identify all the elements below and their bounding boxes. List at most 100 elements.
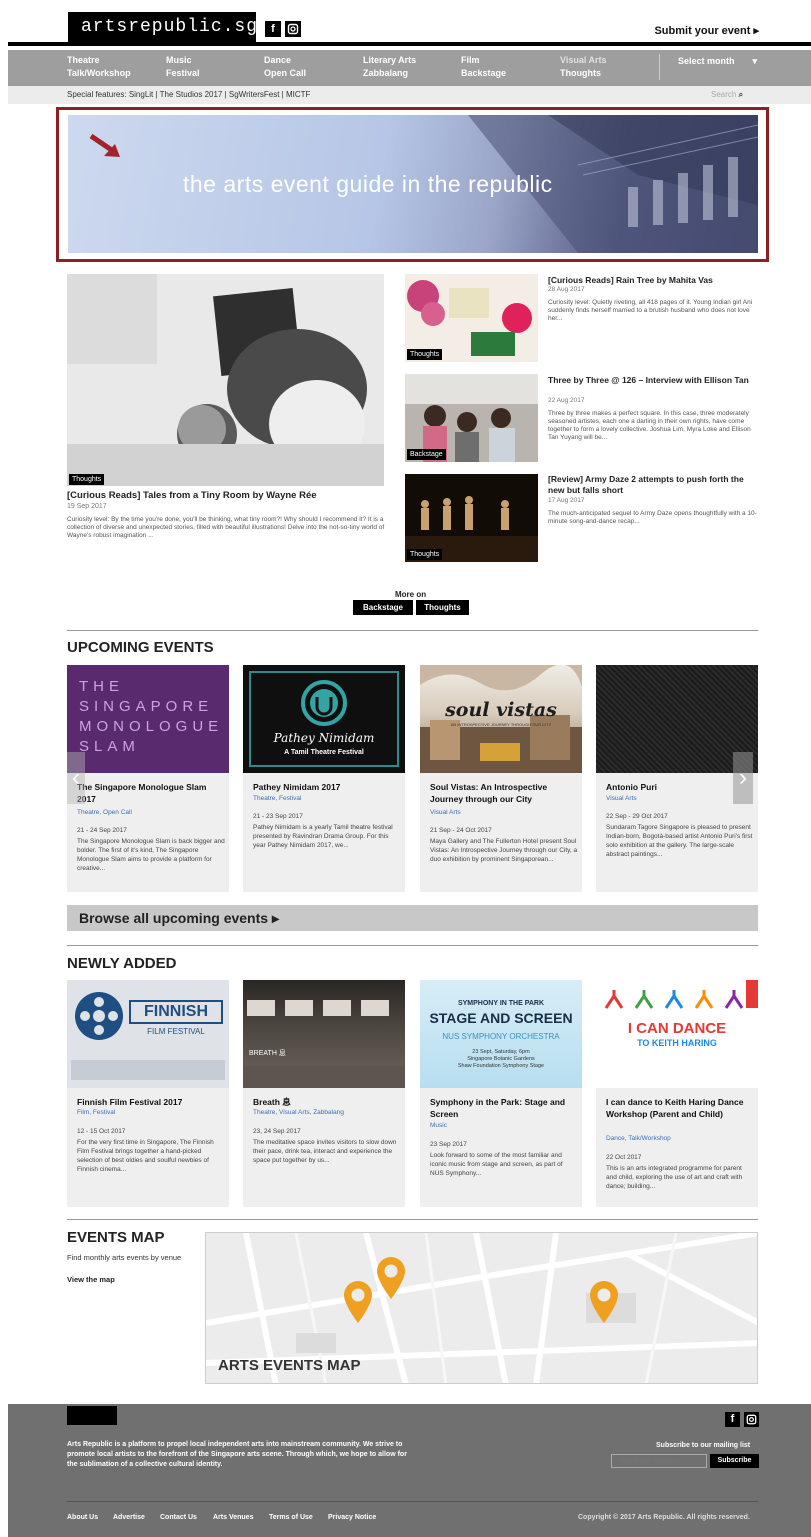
footer-link-about[interactable]: About Us (67, 1514, 98, 1521)
featured-side-image[interactable]: Backstage (405, 374, 538, 462)
red-arrow-icon (89, 133, 120, 157)
featured-side-title[interactable]: [Review] Army Daze 2 attempts to push fo… (548, 474, 760, 496)
select-month-dropdown[interactable]: Select month ▾ (678, 56, 757, 67)
event-categories[interactable]: Dance, Talk/Workshop (606, 1135, 671, 1142)
breath-room-photo (243, 1000, 405, 1088)
nav-item-music[interactable]: Music (166, 55, 192, 65)
carousel-next-button[interactable]: › (733, 752, 753, 804)
event-date: 21 Sep - 24 Oct 2017 (430, 827, 492, 834)
nav-item-open-call[interactable]: Open Call (264, 68, 306, 78)
event-card[interactable]: BREATH 息 Breath 息 Theatre, Visual Arts, … (243, 980, 405, 1207)
footer-link-venues[interactable]: Arts Venues (213, 1514, 253, 1521)
event-card[interactable]: soul vistas AN INTROSPECTIVE JOURNEY THR… (420, 665, 582, 892)
event-title[interactable]: Pathey Nimidam 2017 (253, 781, 401, 793)
submit-event-link[interactable]: Submit your event ▸ (654, 24, 759, 37)
event-image: I CAN DANCE TO KEITH HARING (596, 980, 758, 1088)
search-icon[interactable]: ⌕ (739, 90, 743, 99)
more-backstage-button[interactable]: Backstage (353, 600, 413, 615)
page: artsrepublic.sg f Submit your event ▸ Th… (0, 0, 811, 1537)
tiny-room-photo (67, 274, 384, 486)
hero-tagline: the arts event guide in the republic (183, 171, 553, 197)
event-card[interactable]: I CAN DANCE TO KEITH HARING I can dance … (596, 980, 758, 1207)
footer-logo[interactable] (67, 1406, 117, 1425)
featured-side-title[interactable]: [Curious Reads] Rain Tree by Mahita Vas (548, 275, 760, 286)
event-excerpt: The Singapore Monologue Slam is back big… (77, 838, 225, 872)
event-categories[interactable]: Visual Arts (606, 795, 637, 802)
event-card[interactable]: Pathey Nimidam A Tamil Theatre Festival … (243, 665, 405, 892)
event-title[interactable]: Finnish Film Festival 2017 (77, 1096, 225, 1108)
instagram-icon[interactable] (285, 21, 301, 37)
featured-main-image[interactable]: Thoughts (67, 274, 384, 486)
nav-item-thoughts[interactable]: Thoughts (560, 68, 601, 78)
event-categories[interactable]: Music (430, 1122, 447, 1129)
pathey-logo-icon (301, 680, 347, 726)
view-map-link[interactable]: View the map (67, 1275, 115, 1284)
map-pin-icon[interactable] (588, 1279, 620, 1325)
browse-upcoming-events-button[interactable]: Browse all upcoming events ▸ (67, 905, 758, 931)
upcoming-events-heading: UPCOMING EVENTS (67, 639, 214, 656)
footer-link-contact[interactable]: Contact Us (160, 1514, 197, 1521)
special-features-links[interactable]: Special features: SingLit | The Studios … (67, 90, 310, 99)
footer-instagram-icon[interactable] (744, 1412, 759, 1427)
featured-main-date: 19 Sep 2017 (67, 503, 107, 510)
site-logo[interactable]: artsrepublic.sg (68, 12, 257, 42)
category-tag[interactable]: Backstage (407, 449, 446, 460)
subscribe-button[interactable]: Subscribe (710, 1454, 759, 1468)
nav-item-visual-arts[interactable]: Visual Arts (560, 55, 607, 65)
event-title[interactable]: Antonio Puri (606, 781, 754, 793)
footer-facebook-icon[interactable]: f (725, 1412, 740, 1427)
nav-item-theatre[interactable]: Theatre (67, 55, 100, 65)
category-tag[interactable]: Thoughts (407, 349, 443, 360)
event-card[interactable]: THE SINGAPORE MONOLOGUE SLAM The Singapo… (67, 665, 229, 892)
featured-side-title[interactable]: Three by Three @ 126 – Interview with El… (548, 375, 760, 386)
event-image-title: STAGE AND SCREEN (429, 1010, 573, 1026)
carousel-prev-button[interactable]: ‹ (67, 752, 85, 804)
featured-side-excerpt: Three by three makes a perfect square. I… (548, 410, 751, 441)
featured-side-image[interactable]: Thoughts (405, 274, 538, 362)
site-header: artsrepublic.sg f Submit your event ▸ (8, 6, 811, 46)
nav-item-film[interactable]: Film (461, 55, 480, 65)
nav-item-literary-arts[interactable]: Literary Arts (363, 55, 416, 65)
nav-item-zabbalang[interactable]: Zabbalang (363, 68, 408, 78)
event-title[interactable]: The Singapore Monologue Slam 2017 (77, 781, 225, 805)
nav-item-festival[interactable]: Festival (166, 68, 200, 78)
event-image: THE SINGAPORE MONOLOGUE SLAM (67, 665, 229, 773)
nav-item-dance[interactable]: Dance (264, 55, 291, 65)
events-map[interactable]: ARTS EVENTS MAP (205, 1232, 758, 1384)
map-pin-icon[interactable] (375, 1255, 407, 1301)
event-categories[interactable]: Visual Arts (430, 809, 461, 816)
event-image-subtext: FILM FESTIVAL (147, 1027, 205, 1036)
footer-link-privacy[interactable]: Privacy Notice (328, 1514, 376, 1521)
event-title[interactable]: I can dance to Keith Haring Dance Worksh… (606, 1096, 754, 1120)
category-tag[interactable]: Thoughts (407, 549, 443, 560)
event-title[interactable]: Soul Vistas: An Introspective Journey th… (430, 781, 578, 805)
category-tag[interactable]: Thoughts (69, 474, 105, 485)
event-categories[interactable]: Theatre, Visual Arts, Zabbalang (253, 1109, 344, 1116)
more-thoughts-button[interactable]: Thoughts (416, 600, 469, 615)
hero-banner[interactable]: the arts event guide in the republic (56, 107, 769, 262)
footer-link-terms[interactable]: Terms of Use (269, 1514, 313, 1521)
hero-image: the arts event guide in the republic (68, 115, 758, 253)
nav-item-talk-workshop[interactable]: Talk/Workshop (67, 68, 131, 78)
facebook-icon[interactable]: f (265, 21, 281, 37)
event-categories[interactable]: Film, Festival (77, 1109, 115, 1116)
email-field[interactable] (611, 1454, 707, 1468)
event-image: BREATH 息 (243, 980, 405, 1088)
event-categories[interactable]: Theatre, Festival (253, 795, 301, 802)
event-card[interactable]: FINNISH FILM FESTIVAL Finnish Film Festi… (67, 980, 229, 1207)
nav-item-backstage[interactable]: Backstage (461, 68, 506, 78)
footer-link-advertise[interactable]: Advertise (113, 1514, 145, 1521)
event-card[interactable]: SYMPHONY IN THE PARK STAGE AND SCREEN NU… (420, 980, 582, 1207)
featured-side-date: 28 Aug 2017 (548, 286, 585, 293)
category-nav: Theatre Music Dance Literary Arts Film V… (8, 50, 811, 86)
event-title[interactable]: Symphony in the Park: Stage and Screen (430, 1096, 578, 1120)
featured-side-excerpt: The much-anticipated sequel to Army Daze… (548, 510, 757, 525)
map-pin-icon[interactable] (342, 1279, 374, 1325)
event-date: 12 - 15 Oct 2017 (77, 1128, 126, 1135)
event-title[interactable]: Breath 息 (253, 1096, 401, 1108)
event-categories[interactable]: Theatre, Open Call (77, 809, 132, 816)
featured-main-title[interactable]: [Curious Reads] Tales from a Tiny Room b… (67, 490, 387, 501)
search-input[interactable]: Search ⌕ (711, 90, 743, 100)
events-map-heading: EVENTS MAP (67, 1229, 165, 1246)
featured-side-image[interactable]: Thoughts (405, 474, 538, 562)
